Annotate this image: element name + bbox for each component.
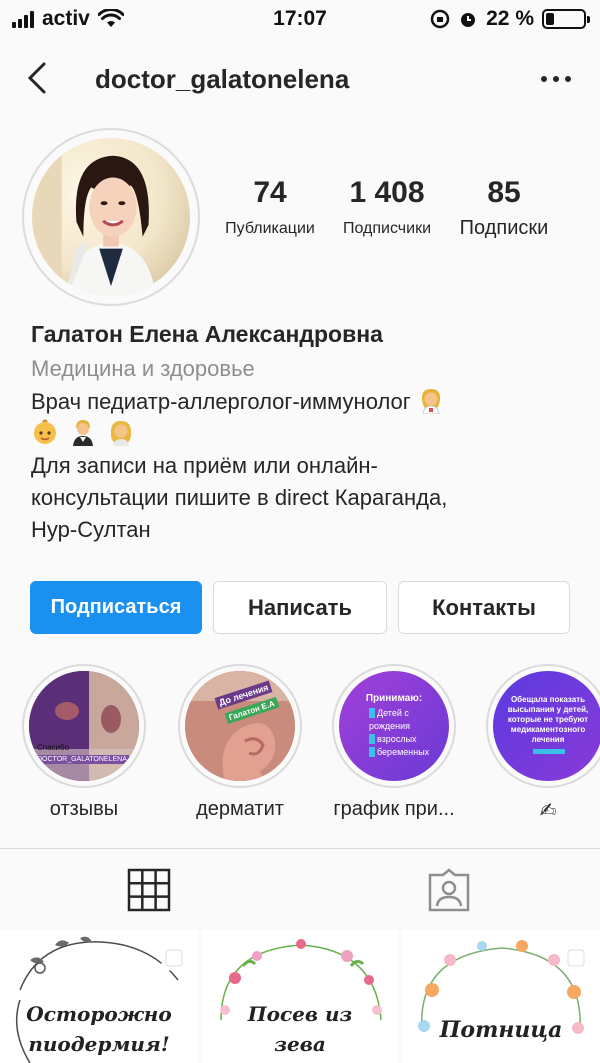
battery-percent: 22 % <box>486 7 534 30</box>
post-title-line2: пиодермия! <box>28 1032 170 1056</box>
man-in-tuxedo-emoji-icon <box>73 420 94 446</box>
profile-bio: Галатон Елена Александровна Медицина и з… <box>31 318 576 546</box>
post-title-line1: Посев из <box>247 1002 353 1026</box>
highlight-dermatitis[interactable]: До лечения Галатон Е.А дерматит <box>178 664 302 821</box>
message-button[interactable]: Написать <box>213 581 387 634</box>
stat-followers-value: 1 408 <box>349 176 425 209</box>
highlight-reviews-cover: Спасибо DOCTOR_GALATONELENA <box>29 671 139 781</box>
highlight-reviews[interactable]: Спасибо DOCTOR_GALATONELENA отзывы <box>22 664 146 821</box>
status-bar: activ 17:07 22 % <box>0 0 600 40</box>
stat-following-value: 85 <box>487 176 521 209</box>
highlight-schedule-item: беременных <box>369 747 429 757</box>
orientation-lock-icon <box>430 9 450 29</box>
battery-icon <box>542 9 590 29</box>
woman-emoji-icon <box>111 421 132 446</box>
bio-line-1: Врач педиатр-аллерголог-иммунолог <box>31 389 411 414</box>
back-button[interactable] <box>20 58 60 98</box>
stat-posts[interactable]: 74 Публикации <box>211 174 329 240</box>
highlight-reviews-handle: DOCTOR_GALATONELENA <box>35 755 129 764</box>
baby-emoji-icon <box>34 419 56 444</box>
highlight-schedule[interactable]: Принимаю: Детей с рождения взрослых бере… <box>332 664 456 821</box>
bio-line-5: Нур-Султан <box>31 517 151 542</box>
chevron-left-icon <box>27 62 46 94</box>
highlight-rashes-arrows <box>533 749 565 754</box>
post-title-line1: Осторожно <box>26 1002 172 1026</box>
more-options-button[interactable] <box>536 64 576 94</box>
doctor-woman-emoji-icon <box>421 389 441 414</box>
avatar-ring[interactable] <box>22 128 200 306</box>
highlight-reviews-label: отзывы <box>49 798 119 820</box>
highlight-dermatitis-cover: До лечения Галатон Е.А <box>185 671 295 781</box>
highlight-reviews-caption: Спасибо <box>37 743 70 752</box>
multi-photo-icon <box>563 949 585 971</box>
profile-stats: 74 Публикации 1 408 Подписчики 85 Подпис… <box>222 174 582 240</box>
more-horizontal-icon <box>541 76 571 82</box>
contacts-button[interactable]: Контакты <box>398 581 570 634</box>
highlight-schedule-label: график при... <box>333 798 455 820</box>
tagged-person-icon <box>428 868 470 912</box>
highlight-rashes-cover: Обещала показать высыпания у детей, кото… <box>493 671 600 781</box>
tab-grid[interactable] <box>126 867 172 913</box>
highlight-rashes-label: ✍ <box>539 800 557 822</box>
profile-username: doctor_galatonelena <box>95 64 350 94</box>
highlight-schedule-item: Детей с <box>369 708 409 718</box>
post-title-line2: зева <box>274 1032 326 1056</box>
multi-photo-icon <box>161 949 183 971</box>
highlight-rashes-caption: Обещала показать высыпания у детей, кото… <box>507 695 589 744</box>
profile-category: Медицина и здоровье <box>31 356 255 381</box>
post-tile[interactable]: Осторожно пиодермия! <box>0 930 198 1063</box>
stat-posts-value: 74 <box>253 176 287 209</box>
stat-following-label: Подписки <box>459 217 549 239</box>
post-title-line1: Потница <box>439 1017 563 1043</box>
highlight-schedule-item: рождения <box>369 721 411 731</box>
follow-button[interactable]: Подписаться <box>30 581 202 634</box>
bio-line-3: Для записи на приём или онлайн- <box>31 453 378 478</box>
alarm-icon <box>461 13 476 27</box>
tab-tagged[interactable] <box>426 867 472 913</box>
post-tile[interactable]: Потница <box>402 930 600 1063</box>
profile-header: doctor_galatonelena <box>0 50 600 110</box>
stat-followers[interactable]: 1 408 Подписчики <box>329 174 445 240</box>
bio-emoji-row <box>31 418 576 450</box>
bio-line-4: консультации пишите в direct Караганда, <box>31 485 448 510</box>
grid-icon <box>127 868 171 912</box>
highlight-schedule-item: взрослых <box>369 734 417 744</box>
profile-full-name: Галатон Елена Александровна <box>31 321 383 347</box>
highlight-schedule-cover: Принимаю: Детей с рождения взрослых бере… <box>339 671 449 781</box>
highlight-schedule-caption: Принимаю: <box>365 693 423 704</box>
highlight-rashes[interactable]: Обещала показать высыпания у детей, кото… <box>486 664 600 823</box>
highlight-dermatitis-label: дерматит <box>196 798 284 820</box>
profile-tabs <box>0 848 600 928</box>
stat-following[interactable]: 85 Подписки <box>445 174 563 240</box>
post-tile[interactable]: Посев из зева <box>201 930 399 1063</box>
stat-followers-label: Подписчики <box>342 220 431 237</box>
posts-grid: Осторожно пиодермия! Посев из зева Потни… <box>0 930 600 1063</box>
avatar <box>32 138 190 296</box>
stat-posts-label: Публикации <box>225 220 315 237</box>
